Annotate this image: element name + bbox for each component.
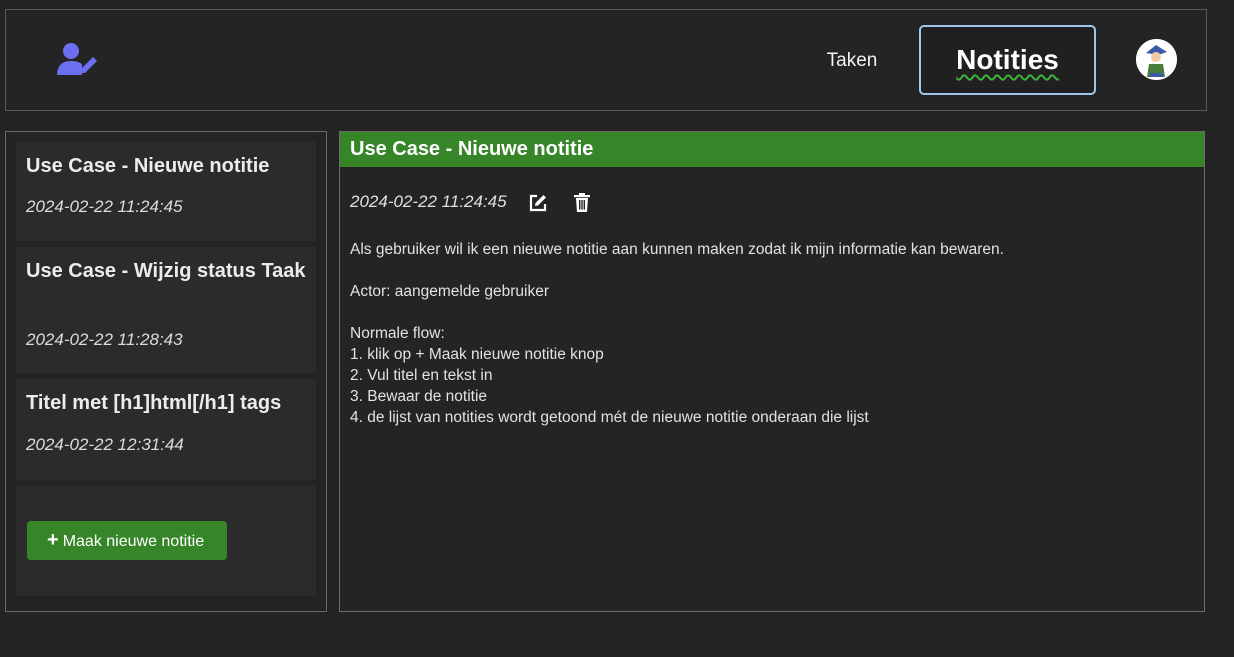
nav-taken[interactable]: Taken <box>812 48 892 74</box>
flow-step: 1. klik op + Maak nieuwe notitie knop <box>350 346 604 363</box>
user-edit-icon[interactable] <box>56 42 100 78</box>
flow-step: 2. Vul titel en tekst in <box>350 367 493 384</box>
notes-list-panel: Use Case - Nieuwe notitie 2024-02-22 11:… <box>5 131 327 612</box>
note-date: 2024-02-22 11:24:45 <box>26 197 183 216</box>
note-actor: Actor: aangemelde gebruiker <box>350 283 550 300</box>
nav-notities-label: Notities <box>956 44 1059 75</box>
note-intro: Als gebruiker wil ik een nieuwe notitie … <box>350 241 1004 258</box>
flow-heading: Normale flow: <box>350 325 445 342</box>
note-detail-date: 2024-02-22 11:24:45 <box>350 192 507 211</box>
note-date: 2024-02-22 12:31:44 <box>26 435 184 454</box>
flow-step: 4. de lijst van notities wordt getoond m… <box>350 409 869 426</box>
edit-icon[interactable] <box>528 193 548 213</box>
note-detail-title: Use Case - Nieuwe notitie <box>340 132 1204 167</box>
trash-icon[interactable] <box>574 193 590 212</box>
note-detail-panel: Use Case - Nieuwe notitie 2024-02-22 11:… <box>339 131 1205 612</box>
flow-step: 3. Bewaar de notitie <box>350 388 488 405</box>
note-card[interactable]: Titel met [h1]html[/h1] tags 2024-02-22 … <box>16 379 316 480</box>
new-note-button-label: Maak nieuwe notitie <box>62 533 205 550</box>
note-detail-body: Als gebruiker wil ik een nieuwe notitie … <box>350 239 1190 428</box>
note-title: Use Case - Nieuwe notitie <box>26 155 270 177</box>
note-card[interactable]: Use Case - Wijzig status Taak 2024-02-22… <box>16 247 316 373</box>
new-note-button[interactable]: + Maak nieuwe notitie <box>27 521 227 560</box>
avatar[interactable] <box>1136 39 1177 80</box>
note-card[interactable]: Use Case - Nieuwe notitie 2024-02-22 11:… <box>16 142 316 241</box>
note-title: Titel met [h1]html[/h1] tags <box>26 392 282 414</box>
note-title: Use Case - Wijzig status Taak <box>26 260 306 282</box>
app-header: Taken Notities <box>5 9 1207 111</box>
note-date: 2024-02-22 11:28:43 <box>26 330 183 349</box>
nav-notities[interactable]: Notities <box>919 25 1096 95</box>
plus-icon: + <box>47 529 59 551</box>
new-note-area: + Maak nieuwe notitie <box>16 486 316 596</box>
